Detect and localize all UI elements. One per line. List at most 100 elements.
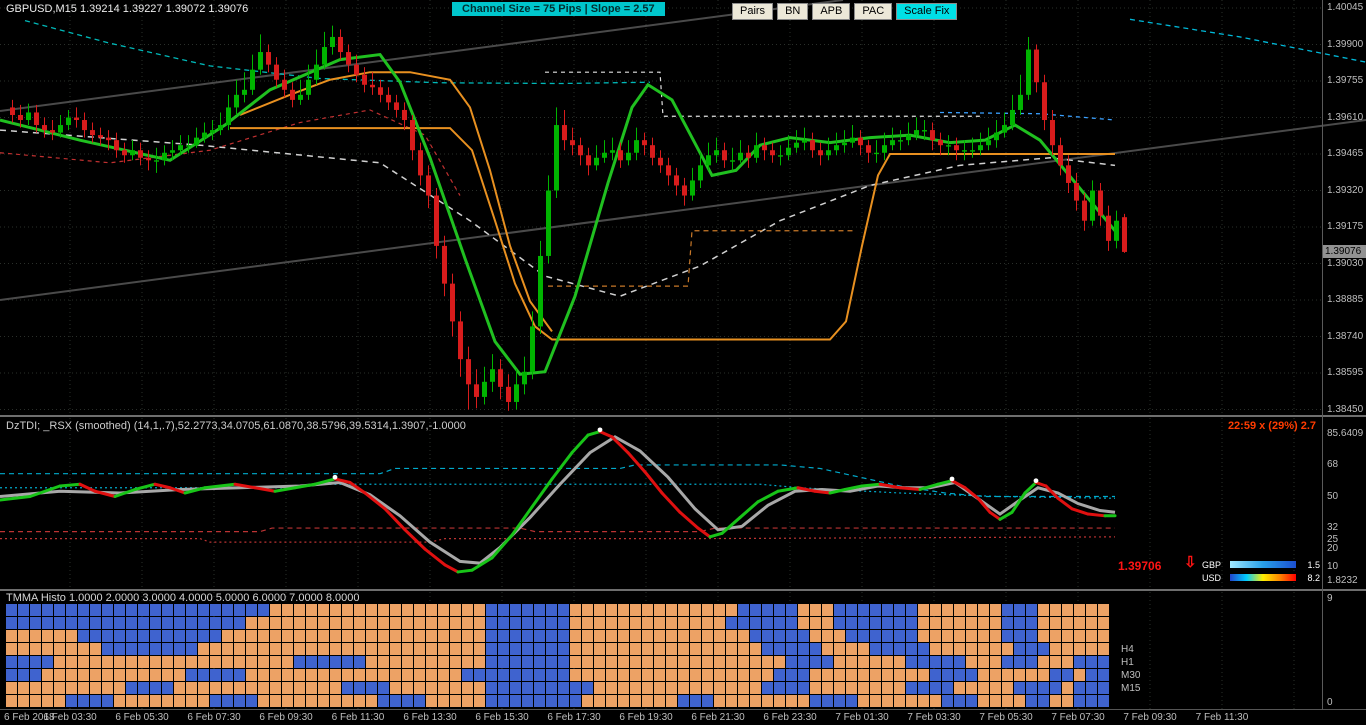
tmma-cell <box>1038 656 1049 668</box>
tmma-cell <box>906 617 917 629</box>
candle-body <box>906 135 911 141</box>
candle-body <box>162 152 167 161</box>
tmma-cell <box>930 695 941 707</box>
tmma-cell <box>666 669 677 681</box>
candle-body <box>858 137 863 146</box>
tmma-cell <box>426 604 437 616</box>
tmma-cell <box>666 617 677 629</box>
candle-body <box>610 150 615 153</box>
tmma-cell <box>510 682 521 694</box>
tmma-cell <box>870 669 881 681</box>
tmma-cell <box>702 682 713 694</box>
time-label: 7 Feb 09:30 <box>1123 712 1177 723</box>
candle-body <box>714 150 719 156</box>
timeframe-row-label: M15 <box>1121 683 1141 694</box>
candle-body <box>154 160 159 162</box>
tmma-cell <box>870 695 881 707</box>
candle-body <box>346 52 351 65</box>
tmma-cell <box>390 617 401 629</box>
tmma-cell <box>30 643 41 655</box>
tmma-cell <box>258 617 269 629</box>
tmma-cell <box>318 643 329 655</box>
rsx-axis-label: 68 <box>1327 458 1339 470</box>
tmma-cell <box>846 643 857 655</box>
tmma-cell <box>1014 682 1025 694</box>
tmma-cell <box>558 695 569 707</box>
candle-body <box>770 150 775 156</box>
tmma-cell <box>810 617 821 629</box>
tmma-cell <box>582 604 593 616</box>
tmma-cell <box>1014 656 1025 668</box>
tmma-cell <box>102 695 113 707</box>
tmma-cell <box>1050 656 1061 668</box>
time-label: 6 Feb 05:30 <box>115 712 169 723</box>
tmma-cell <box>402 682 413 694</box>
tmma-cell <box>306 604 317 616</box>
tmma-cell <box>246 682 257 694</box>
toolbar-button-pac[interactable]: PAC <box>854 3 893 20</box>
tmma-cell <box>354 669 365 681</box>
candle-body <box>490 369 495 382</box>
tmma-cell <box>870 604 881 616</box>
tmma-cell <box>138 617 149 629</box>
tmma-cell <box>342 656 353 668</box>
panel-separator[interactable] <box>0 415 1366 417</box>
tmma-cell <box>654 695 665 707</box>
tmma-cell <box>30 604 41 616</box>
tmma-cell <box>594 643 605 655</box>
tmma-cell <box>762 630 773 642</box>
tmma-cell <box>462 695 473 707</box>
rsx-segment <box>586 430 602 437</box>
tmma-cell <box>858 669 869 681</box>
tmma-cell <box>642 617 653 629</box>
tmma-cell <box>210 695 221 707</box>
price-axis-label: 1.38885 <box>1327 294 1364 305</box>
rsx-segment <box>273 486 297 493</box>
tmma-cell <box>366 604 377 616</box>
candle-body <box>970 150 975 152</box>
tmma-cell <box>354 656 365 668</box>
tmma-cell <box>414 604 425 616</box>
tmma-cell <box>390 682 401 694</box>
rsx-segment <box>510 505 534 537</box>
tmma-cell <box>654 630 665 642</box>
tmma-cell <box>270 682 281 694</box>
tmma-cell <box>534 669 545 681</box>
tmma-cell <box>378 617 389 629</box>
tmma-cell <box>942 617 953 629</box>
tmma-cell <box>90 630 101 642</box>
tmma-cell <box>1062 617 1073 629</box>
tmma-cell <box>354 682 365 694</box>
candle-body <box>426 175 431 196</box>
candle-body <box>450 283 455 322</box>
toolbar-button-bn[interactable]: BN <box>777 3 809 20</box>
tmma-cell <box>1038 669 1049 681</box>
price-axis-label: 1.39610 <box>1327 111 1364 123</box>
tmma-cell <box>894 682 905 694</box>
tmma-cell <box>198 682 209 694</box>
tmma-cell <box>594 669 605 681</box>
panel-separator[interactable] <box>0 589 1366 591</box>
candle-body <box>338 36 343 53</box>
candle-body <box>514 384 519 402</box>
toolbar-button-scale-fix[interactable]: Scale Fix <box>896 3 958 20</box>
candle-body <box>546 190 551 256</box>
tmma-cell <box>1074 682 1085 694</box>
tmma-cell <box>402 643 413 655</box>
candle-body <box>234 94 239 108</box>
price-axis-label: 1.39900 <box>1327 38 1364 50</box>
tmma-cell <box>246 669 257 681</box>
tmma-cell <box>870 682 881 694</box>
tmma-cell <box>438 682 449 694</box>
tmma-cell <box>942 669 953 681</box>
toolbar-button-apb[interactable]: APB <box>812 3 851 20</box>
tmma-cell <box>102 643 113 655</box>
toolbar-button-pairs[interactable]: Pairs <box>732 3 774 20</box>
tmma-cell <box>234 695 245 707</box>
aux-line-donchian-white <box>545 71 980 117</box>
tmma-cell <box>6 604 17 616</box>
tmma-cell <box>1050 604 1061 616</box>
candle-body <box>186 145 191 147</box>
tmma-cell <box>726 669 737 681</box>
tmma-cell <box>510 630 521 642</box>
